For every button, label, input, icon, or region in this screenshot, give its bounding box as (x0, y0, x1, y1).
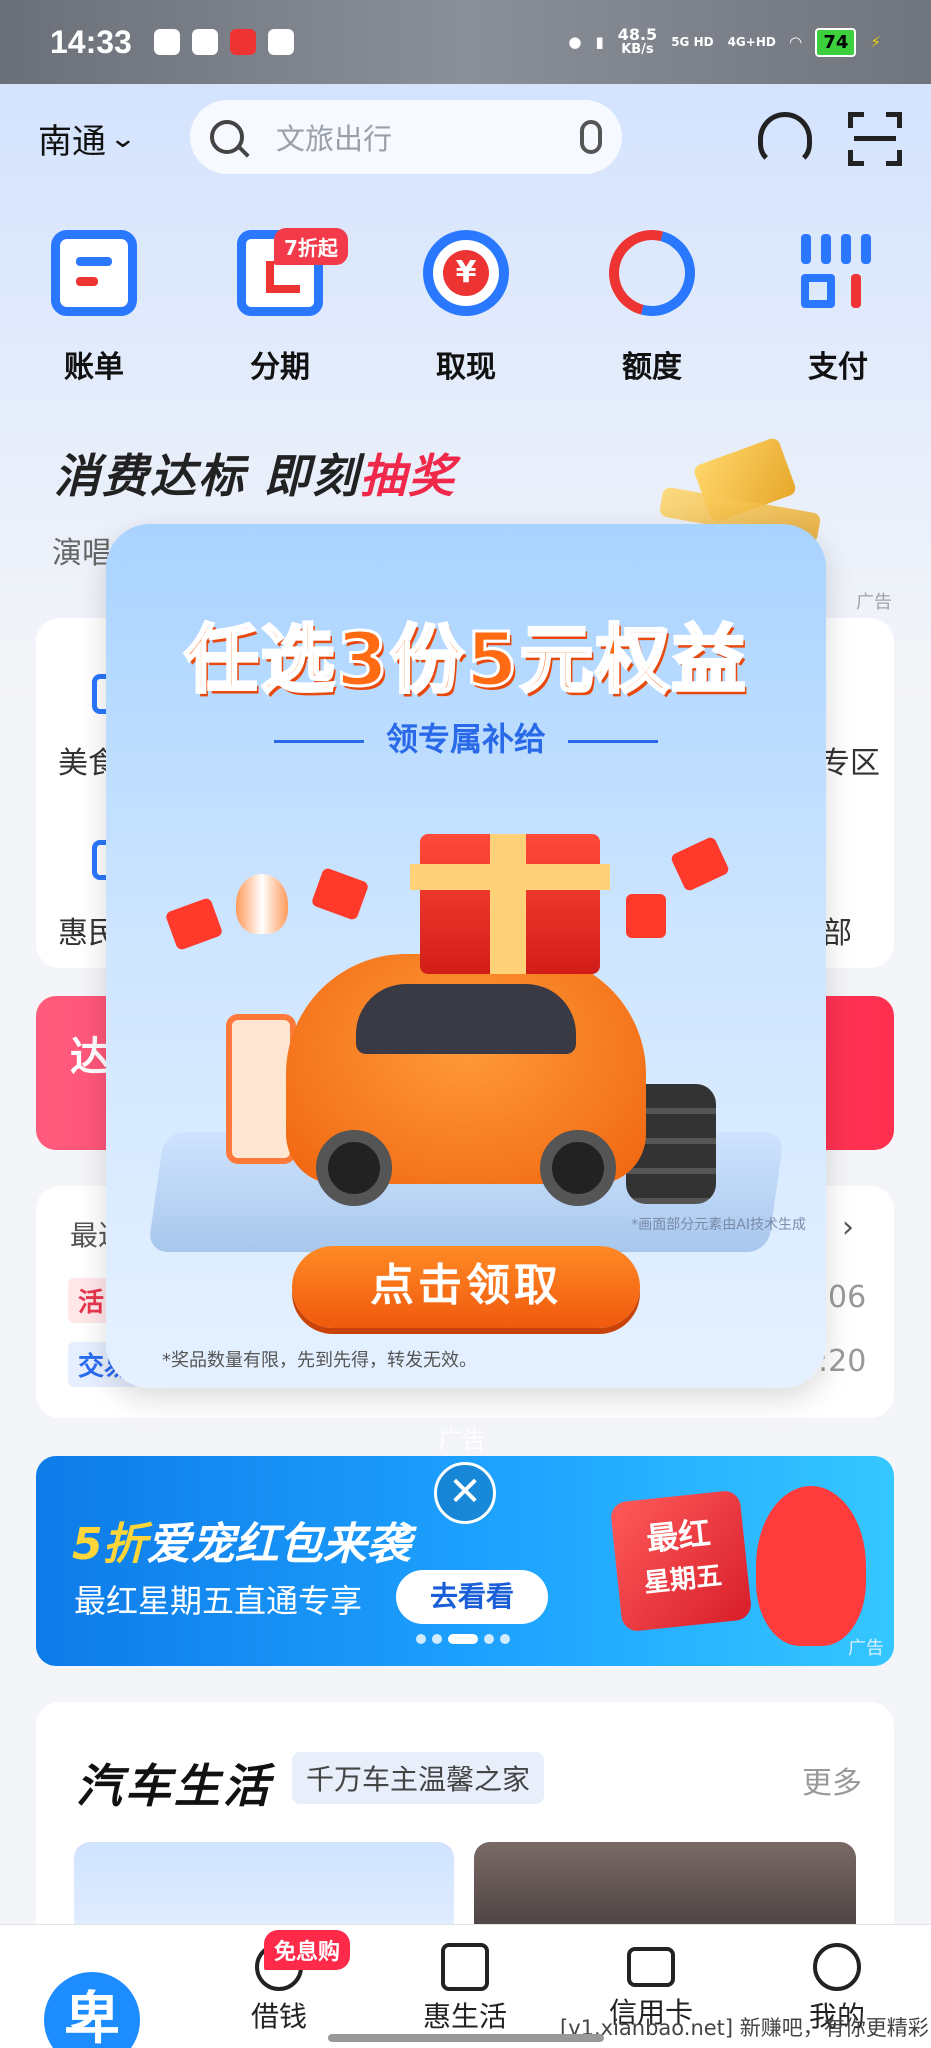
wechat-icon (153, 29, 180, 55)
battery-indicator: 74 (815, 27, 857, 57)
message-icon (191, 29, 218, 55)
gift-box-icon (441, 1943, 489, 1991)
location-icon: ● (568, 33, 582, 51)
vibrate-icon: ▮ (595, 33, 604, 51)
taobao-icon (267, 29, 294, 55)
home-indicator (328, 2034, 604, 2042)
modal-title: 任选3份5元权益 (183, 616, 748, 705)
red-envelope-icon (310, 866, 370, 922)
status-time: 14:33 (50, 23, 132, 60)
app-notification-icon (229, 29, 256, 55)
small-gift-icon (626, 894, 666, 938)
gift-box-illustration (410, 834, 610, 974)
sim1-signal: 5G HD (671, 35, 714, 49)
hot-air-balloon-icon (236, 874, 288, 934)
notification-icons (153, 29, 294, 55)
red-envelope-icon (669, 835, 731, 893)
interest-free-badge: 免息购 (264, 1930, 351, 1970)
tab-life[interactable]: 惠生活 (390, 1925, 540, 2048)
modal-ad-label: 广告 (438, 1426, 486, 1454)
charging-icon: ⚡ (870, 33, 881, 51)
claim-button[interactable]: 点击领取 (292, 1246, 640, 1328)
modal-note: *奖品数量有限，先到先得，转发无效。 (162, 1350, 477, 1371)
toy-car-illustration (286, 954, 646, 1206)
red-envelope-icon (164, 896, 224, 952)
profile-icon (813, 1943, 861, 1991)
modal-subtitle: 领专属补给 (106, 714, 826, 760)
status-bar: 14:33 ● ▮ 48.5 KB/s 5G HD 4G+HD ◠ 74 ⚡ (0, 0, 931, 84)
promo-modal[interactable]: 任选3份5元权益 领专属补给 *画面部分元素由AI技术生成 点击领取 *奖品数量… (106, 524, 826, 1388)
net-speed: 48.5 KB/s (617, 25, 658, 58)
credit-card-icon (627, 1947, 675, 1987)
close-icon[interactable]: ✕ (434, 1462, 496, 1524)
sim2-signal: 4G+HD (727, 35, 776, 49)
wifi-icon: ◠ (789, 33, 802, 51)
watermark: [v1.xianbao.net] 新赚吧，有你更精彩！ (560, 2016, 931, 2040)
ai-disclaimer: *画面部分元素由AI技术生成 (631, 1217, 806, 1233)
